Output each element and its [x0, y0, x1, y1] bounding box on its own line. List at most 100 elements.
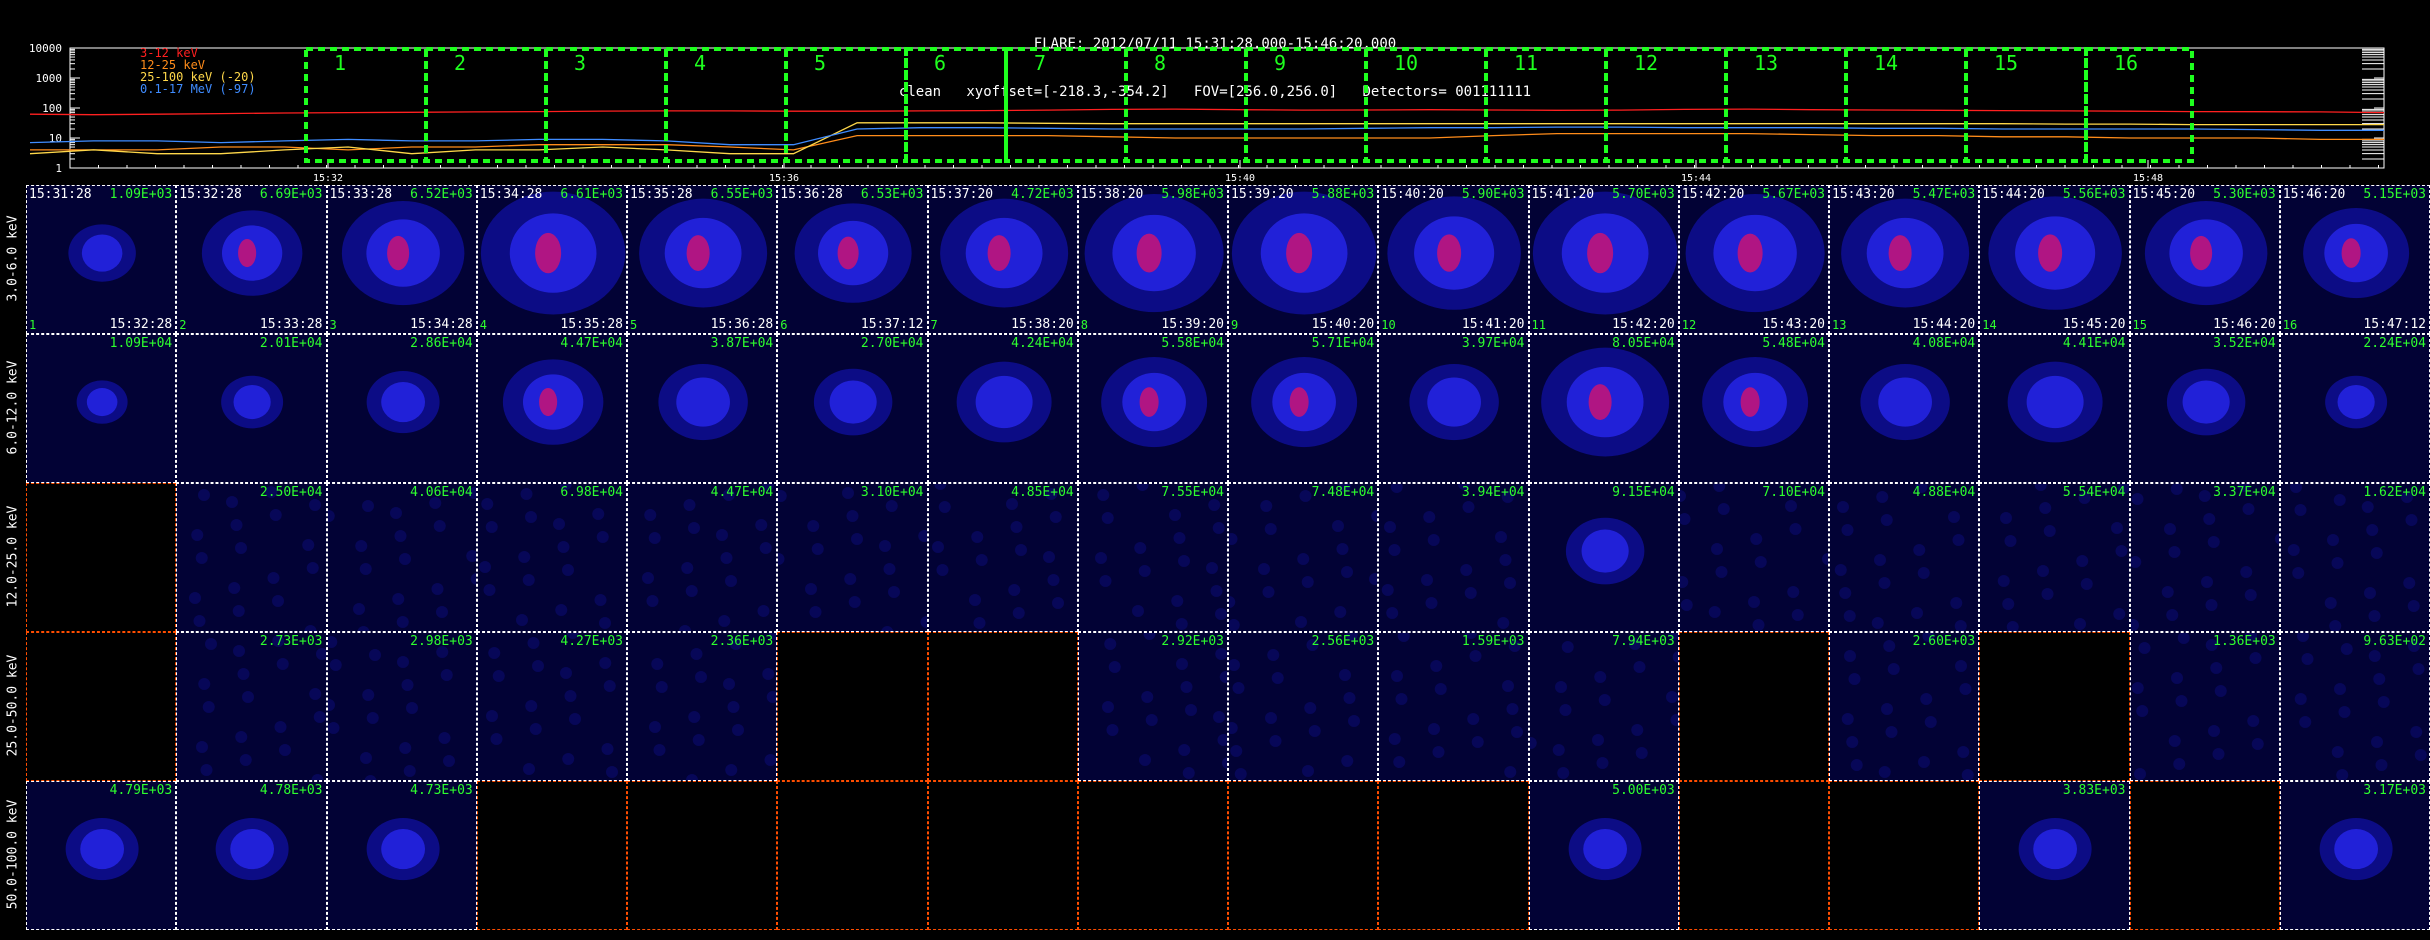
noise-blob — [1839, 587, 1852, 599]
noise-blob — [198, 678, 211, 690]
image-cell: 4.85E+04 — [927, 483, 1078, 632]
cell-image — [1701, 357, 1808, 448]
interval-start-time: 15:42:20 — [1681, 187, 1745, 202]
noise-blob — [1384, 521, 1397, 533]
y-tick-label: 10 — [49, 132, 62, 145]
image-cell: 2.24E+04 — [2279, 334, 2430, 483]
noise-blob — [1308, 725, 1321, 737]
noise-blob — [766, 691, 777, 703]
noise-blob — [1846, 736, 1859, 748]
noise-blob — [368, 649, 381, 661]
cell-image — [1094, 484, 1227, 630]
image-cell: 2.73E+03 — [176, 632, 327, 781]
noise-blob — [562, 753, 574, 765]
noise-blob — [1182, 767, 1195, 779]
cell-image — [221, 375, 284, 429]
noise-blob — [1215, 648, 1227, 660]
noise-blob — [205, 638, 218, 650]
noise-blob — [599, 657, 611, 669]
interval-end-time: 15:33:28 — [259, 317, 323, 332]
image-cell — [777, 781, 928, 930]
image-cell: 15:35:28 15:36:28 5 6.55E+03 — [627, 185, 778, 334]
image-cell: 4.24E+04 — [927, 334, 1078, 483]
emission-core — [380, 828, 425, 870]
image-cell: 2.70E+04 — [777, 334, 928, 483]
noise-blob — [1297, 553, 1310, 565]
cell-peak-value: 3.37E+04 — [2213, 485, 2276, 500]
noise-blob — [1336, 543, 1349, 555]
interval-start-time: 15:44:20 — [1982, 187, 2045, 202]
interval-start-time: 15:33:28 — [329, 187, 393, 202]
noise-blob — [1094, 552, 1107, 564]
cell-peak-value: 6.98E+04 — [560, 485, 623, 500]
noise-blob — [242, 691, 255, 703]
image-cell: 3.10E+04 — [777, 483, 928, 632]
noise-blob — [809, 606, 822, 618]
cell-peak-value: 4.47E+04 — [710, 485, 774, 500]
noise-blob — [240, 754, 252, 766]
noise-blob — [1229, 596, 1236, 608]
noise-blob — [442, 755, 455, 767]
cell-peak-value: 5.47E+03 — [1912, 187, 1976, 202]
lightcurve-chart: 10000 1000 100 10 1 15:32 15:36 15:40 15:44 15:48… — [29, 42, 2385, 184]
noise-blob — [568, 713, 581, 725]
noise-blob — [327, 510, 335, 522]
noise-blob — [2177, 633, 2190, 644]
noise-blob — [2170, 484, 2183, 495]
cell-image — [27, 633, 176, 781]
cell-image — [1568, 818, 1642, 881]
noise-blob — [561, 564, 574, 576]
cell-image — [2287, 484, 2420, 631]
cell-peak-value: 3.97E+04 — [1461, 336, 1525, 351]
cell-peak-value: 5.88E+03 — [1311, 187, 1375, 202]
cell-image — [366, 371, 440, 434]
interval-start-time: 15:38:20 — [1080, 187, 1144, 202]
noise-blob — [314, 711, 326, 723]
noise-blob — [1633, 661, 1645, 673]
noise-blob — [1138, 754, 1151, 766]
noise-blob — [304, 625, 317, 631]
noise-blob — [1171, 595, 1183, 607]
noise-blob — [1708, 606, 1721, 618]
cell-peak-value: 1.62E+04 — [2363, 485, 2426, 500]
interval-index: 15 — [2132, 318, 2147, 332]
noise-blob — [522, 763, 535, 775]
noise-blob — [1229, 722, 1238, 734]
cell-peak-value: 5.71E+04 — [1311, 336, 1375, 351]
noise-blob — [1212, 522, 1225, 534]
noise-blob — [1428, 534, 1440, 546]
noise-blob — [807, 520, 820, 532]
noise-blob — [233, 645, 246, 657]
cell-image — [1229, 633, 1360, 780]
noise-blob — [1332, 520, 1344, 532]
noise-blob — [1334, 606, 1347, 618]
noise-blob — [2239, 566, 2252, 578]
cell-image — [2130, 484, 2279, 631]
image-cell: 6.98E+04 — [476, 483, 627, 632]
cell-peak-value: 6.61E+03 — [560, 187, 623, 202]
image-cell: 3.94E+04 — [1378, 483, 1529, 632]
noise-blob — [2172, 758, 2185, 770]
cell-peak-value: 4.78E+03 — [259, 783, 323, 798]
emission-core — [380, 381, 425, 423]
noise-blob — [2007, 621, 2019, 631]
noise-blob — [1104, 638, 1116, 650]
cell-peak-value: 1.59E+03 — [1461, 634, 1525, 649]
noise-blob — [1920, 693, 1933, 705]
interval-end-time: 15:36:28 — [710, 317, 774, 332]
cell-peak-value: 7.48E+04 — [1311, 485, 1375, 500]
cell-image — [68, 224, 136, 282]
image-cell — [1678, 781, 1829, 930]
noise-blob — [1911, 607, 1923, 619]
noise-blob — [605, 766, 618, 778]
cell-peak-value: 4.72E+03 — [1011, 187, 1074, 202]
image-cell: 3.37E+04 — [2129, 483, 2280, 632]
noise-blob — [2294, 504, 2307, 516]
noise-blob — [1178, 744, 1190, 756]
noise-blob — [720, 552, 733, 564]
noise-blob — [755, 519, 768, 531]
cell-peak-value: 2.86E+04 — [410, 336, 473, 351]
noise-blob — [1635, 747, 1648, 759]
cell-peak-value: 5.30E+03 — [2213, 187, 2276, 202]
cell-image — [1830, 782, 1979, 930]
